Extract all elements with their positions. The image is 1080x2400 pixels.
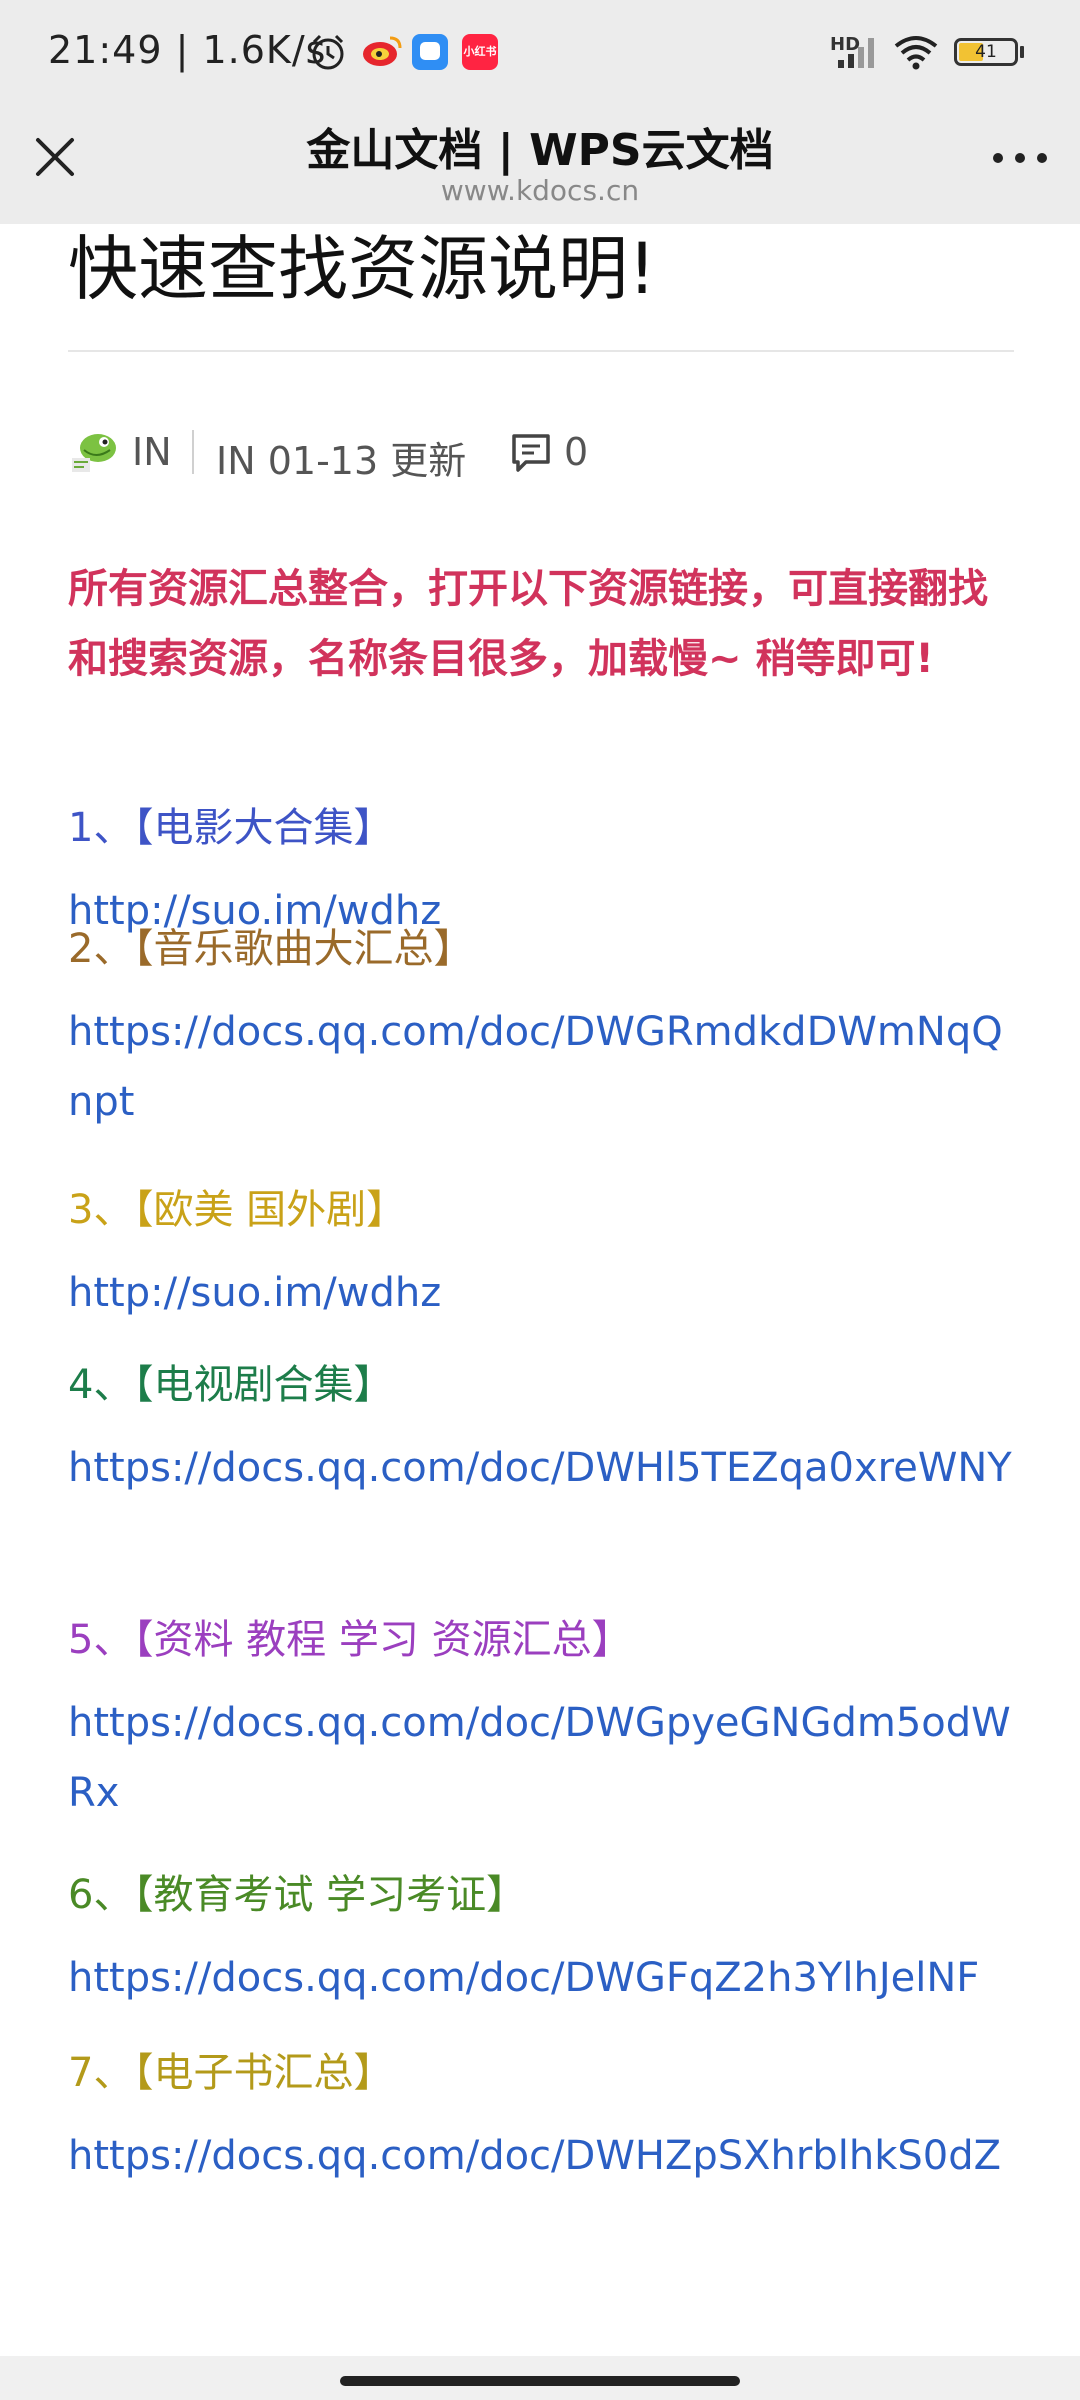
resource-title: 7、【电子书汇总】 <box>68 2050 394 2096</box>
intro-paragraph: 所有资源汇总整合，打开以下资源链接，可直接翻找和搜索资源，名称条目很多，加载慢~… <box>68 566 988 682</box>
resource-title: 2、【音乐歌曲大汇总】 <box>68 926 474 972</box>
resource-title: 5、【资料 教程 学习 资源汇总】 <box>68 1617 632 1663</box>
resource-link[interactable]: http://suo.im/wdhz <box>68 1258 1018 1328</box>
resource-link[interactable]: https://docs.qq.com/doc/DWGpyeGNGdm5odWR… <box>68 1688 1018 1828</box>
resource-title: 6、【教育考试 学习考证】 <box>68 1872 527 1918</box>
resource-link[interactable]: https://docs.qq.com/doc/DWGFqZ2h3YlhJelN… <box>68 1943 1018 2013</box>
nav-title: 金山文档 | WPS云文档 <box>306 125 774 176</box>
chat-app-icon <box>412 34 448 70</box>
alarm-icon <box>312 34 344 70</box>
page-title: 快速查找资源说明! <box>68 228 657 310</box>
update-info: IN 01-13 更新 <box>216 439 467 483</box>
resource-link[interactable]: https://docs.qq.com/doc/DWHl5TEZqa0xreWN… <box>68 1433 1018 1503</box>
title-divider <box>68 350 1014 352</box>
status-time: 21:49 | 1.6K/s <box>48 28 327 72</box>
avatar[interactable] <box>68 428 120 476</box>
comment-count[interactable]: 0 <box>564 430 588 474</box>
meta-separator <box>192 430 194 474</box>
home-gesture-bar[interactable] <box>340 2376 740 2386</box>
browser-nav-bar: 金山文档 | WPS云文档 www.kdocs.cn <box>0 96 1080 224</box>
author-name[interactable]: IN <box>132 430 172 474</box>
resource-title: 1、【电影大合集】 <box>68 805 394 851</box>
nav-url: www.kdocs.cn <box>440 174 640 207</box>
resource-title: 3、【欧美 国外剧】 <box>68 1187 407 1233</box>
comment-icon[interactable] <box>510 432 552 474</box>
gesture-area <box>0 2356 1080 2400</box>
xiaohongshu-icon: 小红书 <box>462 34 498 70</box>
resource-link[interactable]: https://docs.qq.com/doc/DWHZpSXhrblhkS0d… <box>68 2121 1018 2191</box>
signal-icon <box>838 38 874 68</box>
weibo-icon <box>363 36 402 66</box>
resource-link[interactable]: https://docs.qq.com/doc/DWGRmdkdDWmNqQnp… <box>68 997 1018 1137</box>
article-meta: IN IN 01-13 更新 0 <box>68 424 1018 483</box>
battery-tip <box>1020 46 1024 58</box>
more-options-icon[interactable] <box>990 148 1050 168</box>
battery-icon: 41 <box>954 38 1018 66</box>
status-bar: 21:49 | 1.6K/s 小红书 HD 41 <box>0 0 1080 96</box>
resource-title: 4、【电视剧合集】 <box>68 1362 394 1408</box>
battery-level: 41 <box>975 42 997 62</box>
wifi-icon <box>894 36 938 70</box>
